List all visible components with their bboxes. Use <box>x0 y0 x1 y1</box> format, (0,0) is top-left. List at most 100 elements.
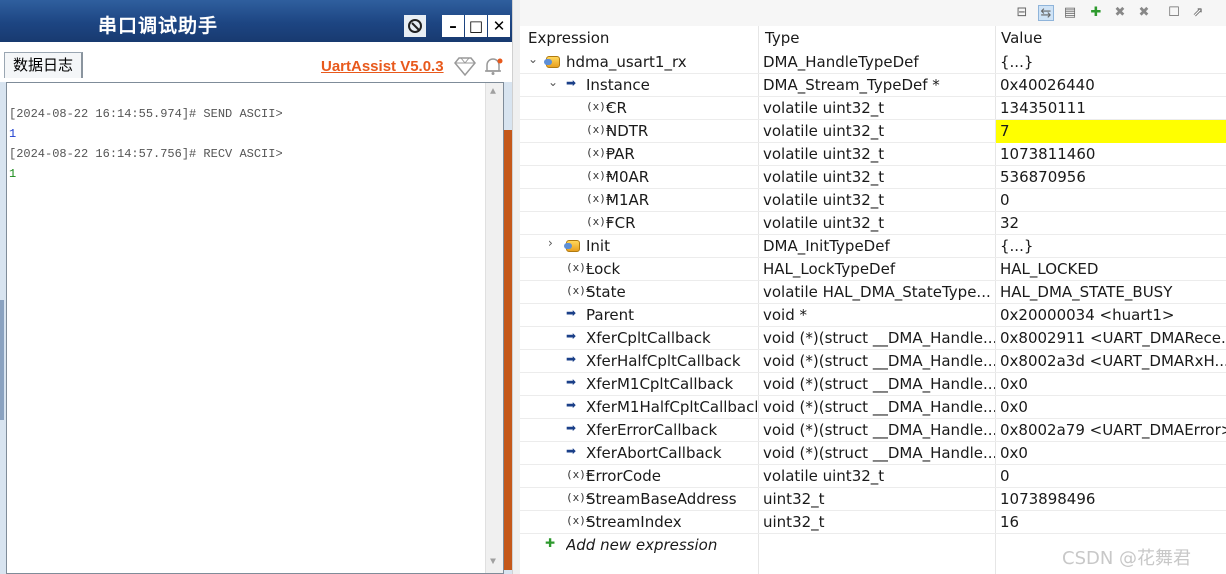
window-left-edge <box>0 300 4 420</box>
add-expression-icon[interactable]: ✚ <box>1088 5 1104 21</box>
pointer-icon: ➡ <box>566 398 577 412</box>
column-header-value[interactable]: Value <box>1001 29 1042 47</box>
expression-value[interactable]: {...} <box>1000 237 1226 255</box>
log-line: 1 <box>9 127 17 141</box>
expression-row[interactable]: (x)= NDTR volatile uint32_t 7 <box>520 120 1226 143</box>
expression-row[interactable]: (x)= StreamBaseAddress uint32_t 1073898496 <box>520 488 1226 511</box>
receive-log-area[interactable]: [2024-08-22 16:14:55.974]# SEND ASCII> 1… <box>6 82 504 574</box>
expression-row[interactable]: ➡ Parent void * 0x20000034 <huart1> <box>520 304 1226 327</box>
expression-row[interactable]: ➡ XferCpltCallback void (*)(struct __DMA_H… <box>520 327 1226 350</box>
expression-name: FCR <box>606 214 636 232</box>
maximize-button[interactable]: □ <box>465 15 487 37</box>
new-watch-icon[interactable]: ☐ <box>1166 5 1182 21</box>
expression-value[interactable]: 0x8002a3d <UART_DMARxH... <box>1000 352 1226 370</box>
expression-type: volatile HAL_DMA_StateType... <box>763 283 991 301</box>
tab-data-log[interactable]: 数据日志 <box>4 52 84 78</box>
pointer-icon: ➡ <box>566 306 577 320</box>
expression-type: volatile uint32_t <box>763 99 885 117</box>
expression-type: volatile uint32_t <box>763 122 885 140</box>
expression-value[interactable]: 0x0 <box>1000 444 1226 462</box>
collapse-all-icon[interactable]: ⊟ <box>1014 5 1030 21</box>
expression-type: void (*)(struct __DMA_Handle... <box>763 421 995 439</box>
remove-expression-icon[interactable]: ✖ <box>1112 5 1128 21</box>
expression-row[interactable]: (x)= StreamIndex uint32_t 16 <box>520 511 1226 534</box>
uart-title-bar[interactable]: 串口调试助手 – □ ✕ <box>0 0 512 42</box>
expression-row[interactable]: (x)= Lock HAL_LockTypeDef HAL_LOCKED <box>520 258 1226 281</box>
expression-value[interactable]: 134350111 <box>1000 99 1226 117</box>
expression-value[interactable]: 16 <box>1000 513 1226 531</box>
expression-row[interactable]: (x)= PAR volatile uint32_t 1073811460 <box>520 143 1226 166</box>
expression-row[interactable]: (x)= M0AR volatile uint32_t 536870956 <box>520 166 1226 189</box>
expression-row[interactable]: ➡ XferM1CpltCallback void (*)(struct __DMA… <box>520 373 1226 396</box>
expression-row[interactable]: ⌄ ➡ Instance DMA_Stream_TypeDef * 0x40026440 <box>520 74 1226 97</box>
expression-name: StreamIndex <box>586 513 682 531</box>
pane-splitter[interactable] <box>512 0 520 574</box>
show-type-names-icon[interactable]: ⇆ <box>1038 5 1054 21</box>
expressions-view: ⊟ ⇆ ▤ ✚ ✖ ✖ ☐ ⇗ Expression Type Value ⌄ h… <box>520 0 1226 574</box>
expression-value[interactable]: 0x40026440 <box>1000 76 1226 94</box>
window-edge-strip <box>504 130 512 570</box>
chevron-down-icon[interactable]: ⌄ <box>528 52 538 66</box>
expression-name: State <box>586 283 626 301</box>
expression-value[interactable]: {...} <box>1000 53 1226 71</box>
expression-row[interactable]: ➡ XferM1HalfCpltCallback void (*)(struct _… <box>520 396 1226 419</box>
close-button[interactable]: ✕ <box>488 15 510 37</box>
expression-value[interactable]: 32 <box>1000 214 1226 232</box>
expression-type: DMA_Stream_TypeDef * <box>763 76 940 94</box>
expression-value[interactable]: 0 <box>1000 191 1226 209</box>
expression-name: XferM1CpltCallback <box>586 375 734 393</box>
uart-window-title: 串口调试助手 <box>98 15 219 37</box>
expression-row[interactable]: ➡ XferErrorCallback void (*)(struct __DMA_… <box>520 419 1226 442</box>
chevron-down-icon[interactable]: ⌄ <box>548 75 558 89</box>
expression-name: XferErrorCallback <box>586 421 718 439</box>
expression-name: XferCpltCallback <box>586 329 711 347</box>
struct-icon <box>544 56 560 68</box>
expression-value[interactable]: 0 <box>1000 467 1226 485</box>
expression-value[interactable]: HAL_LOCKED <box>1000 260 1226 278</box>
pin-icon[interactable] <box>404 15 426 37</box>
expression-row[interactable]: (x)= M1AR volatile uint32_t 0 <box>520 189 1226 212</box>
expression-value[interactable]: 0x0 <box>1000 375 1226 393</box>
minimize-button[interactable]: – <box>442 15 464 37</box>
expression-name: M0AR <box>606 168 650 186</box>
expression-value[interactable]: 0x0 <box>1000 398 1226 416</box>
expression-value[interactable]: 0x8002911 <UART_DMARece... <box>1000 329 1226 347</box>
expression-row[interactable]: (x)= CR volatile uint32_t 134350111 <box>520 97 1226 120</box>
expression-value[interactable]: 1073898496 <box>1000 490 1226 508</box>
expression-row[interactable]: (x)= FCR volatile uint32_t 32 <box>520 212 1226 235</box>
layout-icon[interactable]: ▤ <box>1062 5 1078 21</box>
brand-link[interactable]: UartAssist V5.0.3 <box>321 58 444 75</box>
scroll-down-icon[interactable]: ▼ <box>490 557 496 568</box>
expression-row[interactable]: ➡ XferAbortCallback void (*)(struct __DMA_… <box>520 442 1226 465</box>
expression-value[interactable]: HAL_DMA_STATE_BUSY <box>1000 283 1226 301</box>
expression-value[interactable]: 536870956 <box>1000 168 1226 186</box>
expressions-header: Expression Type Value <box>520 26 1226 50</box>
add-new-expression[interactable]: Add new expression <box>566 536 717 554</box>
expression-row[interactable]: › Init DMA_InitTypeDef {...} <box>520 235 1226 258</box>
expression-row[interactable]: ➡ XferHalfCpltCallback void (*)(struct __D… <box>520 350 1226 373</box>
uart-assistant-window: 串口调试助手 – □ ✕ 数据日志 UartAssist V5.0.3 [202… <box>0 0 512 574</box>
expression-row[interactable]: (x)= State volatile HAL_DMA_StateType... HA… <box>520 281 1226 304</box>
expression-type: DMA_InitTypeDef <box>763 237 890 255</box>
expression-name: Parent <box>586 306 635 324</box>
expression-value[interactable]: 7 <box>1000 122 1226 140</box>
expression-value[interactable]: 0x8002a79 <UART_DMAError> <box>1000 421 1226 439</box>
expression-row[interactable]: (x)= ErrorCode volatile uint32_t 0 <box>520 465 1226 488</box>
column-header-expression[interactable]: Expression <box>528 29 609 47</box>
expression-type: void (*)(struct __DMA_Handle... <box>763 398 995 416</box>
diamond-icon[interactable] <box>454 56 476 80</box>
expression-value[interactable]: 0x20000034 <huart1> <box>1000 306 1226 324</box>
expression-value[interactable]: 1073811460 <box>1000 145 1226 163</box>
chevron-right-icon[interactable]: › <box>548 236 553 250</box>
expression-row[interactable]: ⌄ hdma_usart1_rx DMA_HandleTypeDef {...} <box>520 51 1226 74</box>
column-header-type[interactable]: Type <box>765 29 799 47</box>
export-icon[interactable]: ⇗ <box>1190 5 1206 21</box>
expression-type: volatile uint32_t <box>763 145 885 163</box>
expression-name: NDTR <box>606 122 649 140</box>
bell-icon[interactable] <box>482 56 504 80</box>
log-scrollbar[interactable]: ▲ ▼ <box>485 83 503 573</box>
struct-icon <box>564 240 580 252</box>
log-line: [2024-08-22 16:14:57.756]# RECV ASCII> <box>9 147 283 161</box>
scroll-up-icon[interactable]: ▲ <box>490 87 496 98</box>
remove-all-expressions-icon[interactable]: ✖ <box>1136 5 1152 21</box>
